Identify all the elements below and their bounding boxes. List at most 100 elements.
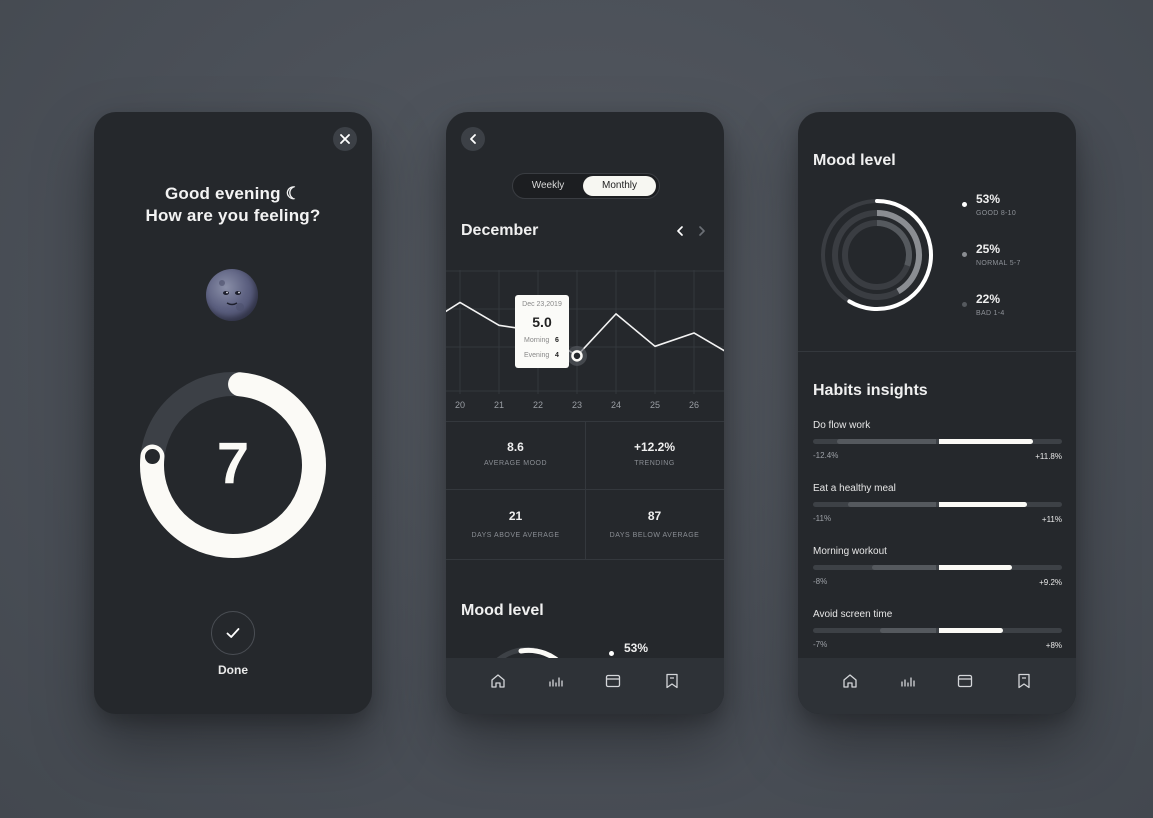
calendar-icon[interactable] — [956, 672, 974, 690]
habit-negative-value: -11% — [813, 514, 832, 523]
insights-screen: Mood level 53% GOOD 8-10 25% NORMAL 5-7 … — [798, 112, 1076, 714]
prev-month-icon[interactable] — [673, 224, 687, 238]
close-icon — [340, 134, 350, 144]
mood-preview-pct: 53% — [624, 641, 649, 655]
tooltip-morning-label: Morning — [524, 337, 550, 344]
stat-days-above-label: DAYS ABOVE AVERAGE — [471, 532, 560, 539]
done-label: Done — [218, 663, 248, 677]
period-toggle: Weekly Monthly — [512, 173, 660, 199]
greeting-question: How are you feeling? — [145, 206, 321, 225]
tooltip-evening-label: Evening — [524, 352, 550, 359]
habit-bar-track — [813, 565, 1062, 570]
habit-item: Eat a healthy meal -11% +11% — [813, 483, 1062, 524]
next-month-icon[interactable] — [695, 224, 709, 238]
check-icon — [226, 628, 240, 638]
chart-tooltip: Dec 23,2019 5.0 Morning 6 Evening 4 — [515, 295, 569, 368]
mood-preview-dot — [609, 651, 614, 656]
habit-bar-negative — [872, 565, 936, 570]
ring-bad — [876, 220, 912, 267]
habit-negative-value: -7% — [813, 640, 828, 649]
stat-average-mood-value: 8.6 — [507, 440, 524, 454]
habit-name: Eat a healthy meal — [813, 483, 896, 494]
stat-trending-value: +12.2% — [633, 440, 676, 454]
done-button[interactable] — [211, 611, 255, 655]
tab-monthly[interactable]: Monthly — [583, 176, 656, 196]
tooltip-morning-value: 6 — [555, 337, 559, 344]
x-tick-label: 21 — [493, 400, 504, 410]
habits-title: Habits insights — [813, 382, 928, 399]
tooltip-evening-value: 4 — [555, 352, 559, 359]
legend-pct-bad: 22% — [976, 292, 1001, 306]
habit-item: Do flow work -12.4% +11.8% — [813, 420, 1062, 461]
habit-name: Morning workout — [813, 546, 887, 557]
bookmark-icon[interactable] — [663, 672, 681, 690]
highlight-point[interactable] — [571, 350, 583, 362]
home-icon[interactable] — [489, 672, 507, 690]
habit-bar-positive — [939, 439, 1034, 444]
habit-positive-value: +11.8% — [1035, 452, 1062, 461]
mood-level-title: Mood level — [461, 602, 544, 619]
chart-grid — [446, 270, 724, 394]
x-tick-label: 26 — [688, 400, 699, 410]
section-divider — [798, 351, 1076, 352]
stat-average-mood-label: AVERAGE MOOD — [483, 460, 548, 467]
mood-level-title: Mood level — [813, 152, 896, 169]
tooltip-value: 5.0 — [532, 314, 552, 330]
x-tick-label: 22 — [532, 400, 543, 410]
habit-bar-negative — [880, 628, 936, 633]
greeting-title: Good evening ☾ — [164, 184, 302, 203]
bookmark-icon[interactable] — [1015, 672, 1033, 690]
moon-face-icon — [206, 269, 258, 321]
bottom-nav — [798, 658, 1076, 714]
mood-series-line — [446, 301, 724, 357]
legend-label-normal: NORMAL 5-7 — [976, 260, 1021, 267]
legend-label-bad: BAD 1-4 — [976, 310, 1005, 317]
habit-negative-value: -8% — [813, 577, 828, 586]
habit-bar-positive — [939, 628, 1003, 633]
stats-divider-bottom — [446, 559, 724, 560]
legend-dot-bad — [962, 302, 967, 307]
stats-icon[interactable] — [899, 672, 917, 690]
mood-stats-screen: Weekly Monthly December 20 21 22 23 24 25 26 D… — [446, 112, 724, 714]
moon-face-detail — [219, 280, 244, 311]
legend-dot-good — [962, 202, 967, 207]
home-icon[interactable] — [841, 672, 859, 690]
habit-name: Do flow work — [813, 420, 871, 431]
stat-trending-label: TRENDING — [634, 460, 675, 467]
legend-label-good: GOOD 8-10 — [976, 210, 1017, 217]
mood-level-rings — [821, 199, 933, 311]
tooltip-date: Dec 23,2019 — [522, 301, 562, 308]
x-tick-label: 20 — [454, 400, 465, 410]
mood-entry-screen: Good evening ☾ How are you feeling? 7 Do… — [94, 112, 372, 714]
habit-bar-negative — [837, 439, 936, 444]
tab-weekly[interactable]: Weekly — [516, 176, 580, 196]
stats-icon[interactable] — [547, 672, 565, 690]
habit-positive-value: +11% — [1041, 515, 1062, 524]
chevron-left-icon — [470, 134, 476, 144]
legend-pct-normal: 25% — [976, 242, 1001, 256]
x-tick-label: 23 — [571, 400, 582, 410]
habit-bar-track — [813, 439, 1062, 444]
habit-item: Morning workout -8% +9.2% — [813, 546, 1062, 587]
habit-negative-value: -12.4% — [813, 451, 839, 460]
habit-name: Avoid screen time — [813, 609, 893, 620]
mood-line-chart — [446, 270, 724, 394]
habit-item: Avoid screen time -7% +8% — [813, 609, 1062, 650]
habit-bar-positive — [939, 565, 1013, 570]
legend-pct-good: 53% — [976, 192, 1001, 206]
habit-positive-value: +9.2% — [1039, 578, 1062, 587]
habit-bar-positive — [939, 502, 1027, 507]
stat-days-below-value: 87 — [647, 509, 662, 523]
calendar-icon[interactable] — [604, 672, 622, 690]
habit-bar-track — [813, 502, 1062, 507]
habit-bar-negative — [848, 502, 936, 507]
mood-value: 7 — [216, 431, 250, 496]
back-button[interactable] — [461, 127, 485, 151]
bottom-nav — [446, 658, 724, 714]
legend-dot-normal — [962, 252, 967, 257]
month-title: December — [461, 222, 539, 239]
habit-bar-track — [813, 628, 1062, 633]
stat-days-below-label: DAYS BELOW AVERAGE — [609, 532, 700, 539]
close-button[interactable] — [333, 127, 357, 151]
x-tick-label: 24 — [610, 400, 621, 410]
